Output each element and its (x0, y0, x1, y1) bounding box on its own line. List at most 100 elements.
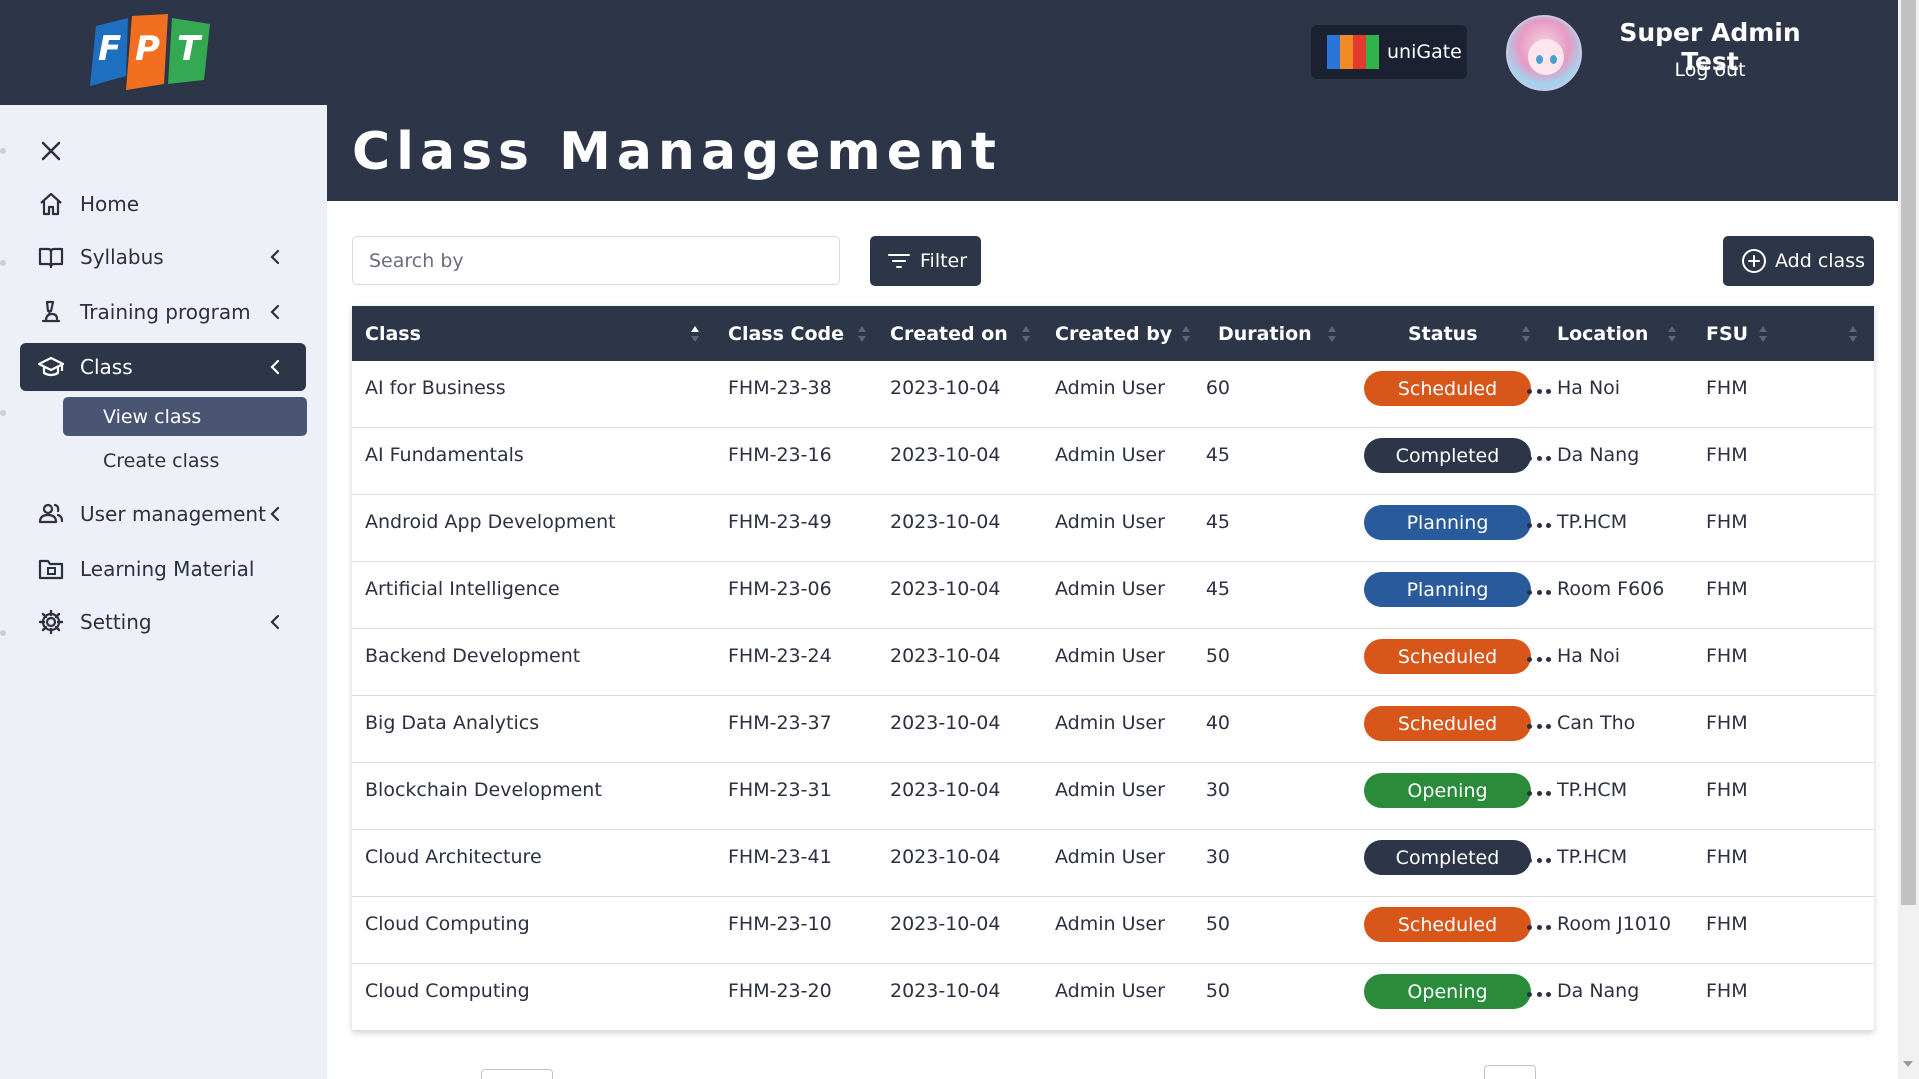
sidebar-item-label: Home (80, 192, 140, 216)
sidebar-item-syllabus[interactable]: Syllabus (20, 233, 306, 281)
pagination-control[interactable] (1484, 1065, 1536, 1079)
add-class-button[interactable]: Add class (1723, 236, 1874, 286)
cell-duration: 30 (1205, 779, 1230, 801)
table-row[interactable]: Backend Development FHM-23-24 2023-10-04 Ad… (352, 629, 1874, 696)
sort-icon[interactable] (1327, 324, 1337, 344)
cell-created-by: Admin User (1055, 846, 1165, 868)
fpt-logo[interactable]: F P T (88, 14, 214, 90)
sidebar-item-training-program[interactable]: Training program (20, 288, 306, 336)
more-options-icon[interactable] (1525, 645, 1553, 673)
cell-created-on: 2023-10-04 (890, 377, 1001, 399)
table-row[interactable]: Android App Development FHM-23-49 2023-10-… (352, 495, 1874, 562)
cell-duration: 45 (1205, 444, 1230, 466)
cell-location: TP.HCM (1557, 846, 1628, 868)
cell-class: Big Data Analytics (365, 712, 540, 734)
cell-class: Artificial Intelligence (365, 578, 560, 600)
table-row[interactable]: Blockchain Development FHM-23-31 2023-10-0… (352, 763, 1874, 830)
cell-class-code: FHM-23-06 (728, 578, 832, 600)
sidebar-subitem-view-class[interactable]: View class (63, 397, 307, 436)
cell-duration: 40 (1205, 712, 1230, 734)
more-options-icon[interactable] (1525, 712, 1553, 740)
cell-class-code: FHM-23-24 (728, 645, 832, 667)
column-header-class-code[interactable]: Class Code (728, 306, 844, 361)
cell-class: Cloud Architecture (365, 846, 542, 868)
cell-location: TP.HCM (1557, 511, 1628, 533)
cell-location: Da Nang (1557, 980, 1640, 1002)
table-row[interactable]: Artificial Intelligence FHM-23-06 2023-10-… (352, 562, 1874, 629)
sort-icon[interactable] (1521, 324, 1531, 344)
sort-icon[interactable] (1667, 324, 1677, 344)
status-badge: Scheduled (1364, 639, 1531, 674)
more-options-icon[interactable] (1525, 779, 1553, 807)
cell-location: Ha Noi (1557, 377, 1621, 399)
search-input[interactable] (352, 236, 840, 285)
column-header-status[interactable]: Status (1408, 306, 1478, 361)
home-icon (40, 192, 62, 216)
table-row[interactable]: AI Fundamentals FHM-23-16 2023-10-04 Admin … (352, 428, 1874, 495)
page-size-select[interactable] (481, 1069, 553, 1079)
close-icon[interactable] (38, 138, 64, 164)
cell-class-code: FHM-23-38 (728, 377, 832, 399)
table-row[interactable]: Big Data Analytics FHM-23-37 2023-10-04 Adm… (352, 696, 1874, 763)
more-options-icon[interactable] (1525, 377, 1553, 405)
folder-icon (38, 559, 64, 580)
cell-fsu: FHM (1706, 712, 1748, 734)
more-options-icon[interactable] (1525, 444, 1553, 472)
sidebar-item-home[interactable]: Home (20, 180, 306, 228)
filter-icon (888, 254, 910, 268)
filter-button[interactable]: Filter (870, 236, 981, 286)
chevron-left-icon (270, 614, 280, 630)
column-header-duration[interactable]: Duration (1218, 306, 1312, 361)
sidebar-item-setting[interactable]: Setting (20, 598, 306, 646)
cell-created-on: 2023-10-04 (890, 779, 1001, 801)
cell-location: Ha Noi (1557, 645, 1621, 667)
sort-icon[interactable] (1758, 324, 1768, 344)
status-badge: Scheduled (1364, 371, 1531, 406)
column-header-created-on[interactable]: Created on (890, 306, 1008, 361)
sort-icon[interactable] (1021, 324, 1031, 344)
sidebar-item-label: Setting (80, 610, 152, 634)
sort-icon[interactable] (690, 324, 700, 344)
table-row[interactable]: Cloud Computing FHM-23-20 2023-10-04 Admin … (352, 964, 1874, 1031)
sidebar-item-label: Learning Material (80, 557, 255, 581)
column-header-location[interactable]: Location (1557, 306, 1648, 361)
book-icon (38, 247, 64, 269)
sort-icon[interactable] (1181, 324, 1191, 344)
cell-class: Cloud Computing (365, 913, 530, 935)
table-row[interactable]: Cloud Computing FHM-23-10 2023-10-04 Admin … (352, 897, 1874, 964)
unigate-button[interactable]: uniGate (1311, 25, 1467, 79)
cell-duration: 30 (1205, 846, 1230, 868)
cell-class-code: FHM-23-49 (728, 511, 832, 533)
more-options-icon[interactable] (1525, 511, 1553, 539)
svg-text:F: F (98, 29, 121, 69)
status-badge: Completed (1364, 438, 1531, 473)
column-header-fsu[interactable]: FSU (1706, 306, 1748, 361)
cell-class: Android App Development (365, 511, 616, 533)
table-row[interactable]: AI for Business FHM-23-38 2023-10-04 Admin … (352, 361, 1874, 428)
scroll-down-arrow-icon[interactable] (1903, 1061, 1913, 1067)
more-options-icon[interactable] (1525, 913, 1553, 941)
more-options-icon[interactable] (1525, 578, 1553, 606)
column-header-class[interactable]: Class (365, 306, 421, 361)
sort-icon[interactable] (1848, 324, 1858, 344)
sidebar-item-user-management[interactable]: User management (20, 490, 306, 538)
cell-class-code: FHM-23-31 (728, 779, 832, 801)
sidebar-subitem-create-class[interactable]: Create class (63, 441, 307, 480)
sidebar-item-class[interactable]: Class (20, 343, 306, 391)
scrollbar-thumb[interactable] (1901, 0, 1916, 905)
graduation-cap-icon (38, 356, 64, 377)
cell-location: Can Tho (1557, 712, 1636, 734)
more-options-icon[interactable] (1525, 846, 1553, 874)
sidebar-item-learning-material[interactable]: Learning Material (20, 545, 306, 593)
sort-icon[interactable] (857, 324, 867, 344)
sidebar-item-label: User management (80, 502, 266, 526)
logout-link[interactable]: Log out (1590, 59, 1830, 81)
status-badge: Opening (1364, 974, 1531, 1009)
column-header-created-by[interactable]: Created by (1055, 306, 1172, 361)
more-options-icon[interactable] (1525, 980, 1553, 1008)
users-icon (38, 503, 64, 524)
table-body: AI for Business FHM-23-38 2023-10-04 Admin … (352, 361, 1874, 1031)
cell-created-on: 2023-10-04 (890, 846, 1001, 868)
table-row[interactable]: Cloud Architecture FHM-23-41 2023-10-04 Adm… (352, 830, 1874, 897)
avatar[interactable] (1506, 15, 1582, 91)
